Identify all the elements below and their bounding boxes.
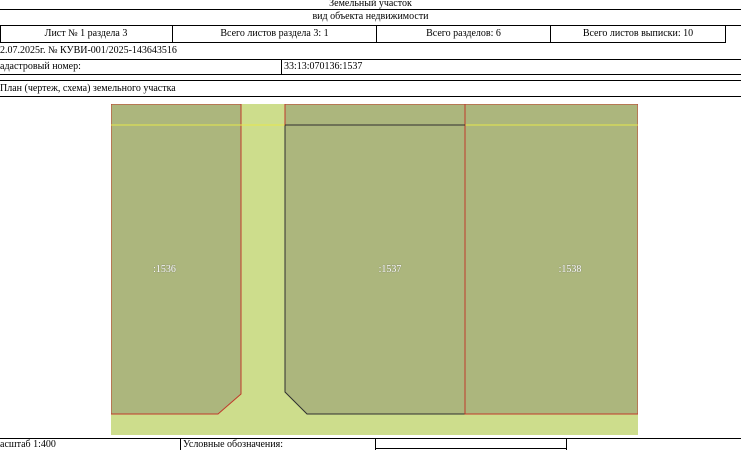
document-reference: 2.07.2025г. № КУВИ-001/2025-143643516 — [0, 45, 177, 56]
plan-title: План (чертеж, схема) земельного участка — [0, 83, 176, 94]
row-divider-2 — [0, 59, 741, 60]
top-strip-middle — [284, 104, 466, 126]
row-divider-3 — [0, 74, 741, 75]
parcel-1536-shape — [111, 104, 242, 415]
parcel-label-1536: :1536 — [153, 264, 176, 275]
cadastral-cell-divider — [281, 59, 282, 74]
row-divider-5 — [0, 96, 741, 97]
scale-label: асштаб 1:400 — [0, 439, 56, 450]
sheet-of-section: Лист № 1 раздела 3 — [44, 28, 128, 39]
footer-divider-1 — [180, 438, 181, 450]
cadastral-number-value: 33:13:070136:1537 — [284, 61, 363, 72]
parcel-label-1538: :1538 — [558, 264, 582, 275]
land-plan-drawing: :1536 :1537 :1538 — [111, 104, 638, 435]
footer-top-line — [0, 438, 741, 439]
header-divider-1 — [0, 9, 741, 10]
object-kind-label: вид объекта недвижимости — [312, 11, 429, 22]
total-sheets-section: Всего листов раздела 3: 1 — [220, 28, 329, 39]
footer-divider-3 — [566, 438, 567, 450]
parcel-1538-shape — [464, 104, 638, 415]
row-divider-1 — [0, 42, 726, 43]
footer-underline — [376, 448, 566, 449]
row-divider-4 — [0, 80, 741, 81]
cadastral-number-label: адастровый номер: — [0, 61, 81, 72]
total-sheets-extract: Всего листов выписки: 10 — [582, 28, 694, 39]
parcel-label-1537: :1537 — [378, 264, 402, 275]
legend-label: Условные обозначения: — [183, 439, 284, 450]
total-sections: Всего разделов: 6 — [426, 28, 501, 39]
header-divider-2 — [0, 25, 741, 26]
